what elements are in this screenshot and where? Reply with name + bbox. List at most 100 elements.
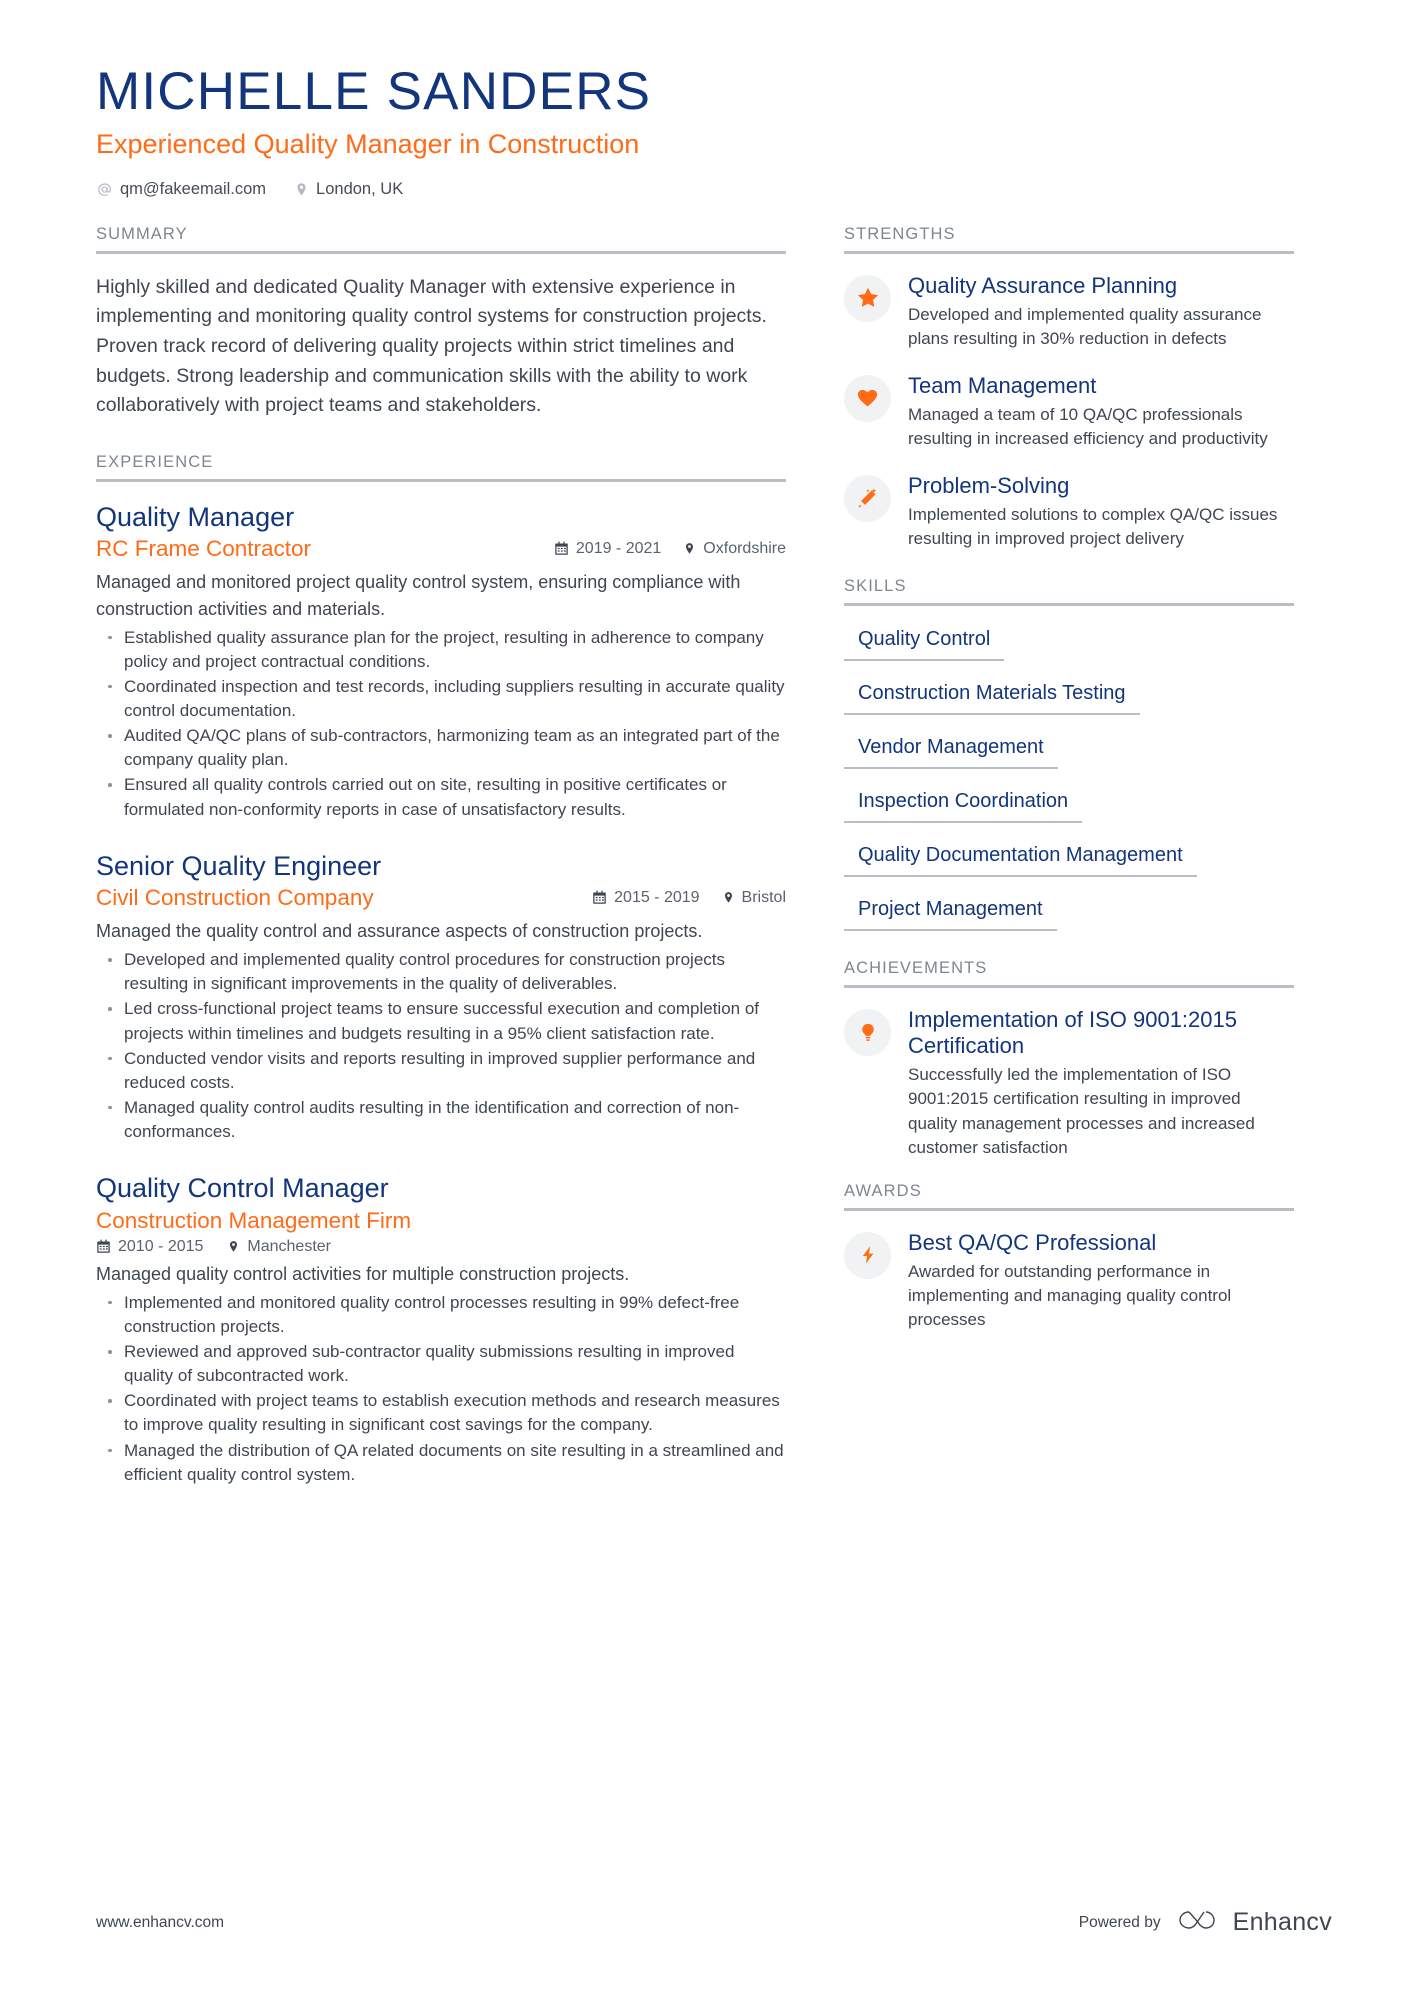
calendar-icon: [96, 1239, 111, 1254]
strength-text: Implemented solutions to complex QA/QC i…: [908, 505, 1278, 549]
job-location-text: Oxfordshire: [703, 539, 786, 557]
section-title-experience: EXPERIENCE: [96, 452, 214, 471]
strength-item: Problem-Solving Implemented solutions to…: [844, 473, 1294, 551]
skill-row: Vendor Management: [844, 735, 1294, 770]
job-dates: 2015 - 2019: [592, 888, 700, 907]
main-column: SUMMARY Highly skilled and dedicated Qua…: [96, 225, 786, 1515]
job-company: RC Frame Contractor: [96, 536, 312, 562]
job-bullet: Managed the distribution of QA related d…: [96, 1439, 786, 1487]
job-bullet: Coordinated inspection and test records,…: [96, 675, 786, 723]
page-footer: www.enhancv.com Powered by Enhancv: [96, 1906, 1332, 1939]
experience-entry: Senior Quality Engineer Civil Constructi…: [96, 850, 786, 1145]
award-text: Awarded for outstanding performance in i…: [908, 1261, 1232, 1330]
job-subrow: RC Frame Contractor 2019 - 2021 Oxfordsh…: [96, 535, 786, 563]
skill-row: Construction Materials Testing: [844, 681, 1294, 716]
job-company: Construction Management Firm: [96, 1207, 412, 1233]
section-title-awards: AWARDS: [844, 1181, 922, 1200]
contact-row: qm@fakeemail.com London, UK: [96, 180, 1332, 199]
job-location-text: Bristol: [741, 888, 786, 906]
strength-text: Developed and implemented quality assura…: [908, 304, 1262, 348]
skill-tag: Vendor Management: [844, 735, 1058, 770]
job-meta: 2019 - 2021 Oxfordshire: [554, 540, 786, 558]
skill-row: Project Management: [844, 897, 1294, 932]
strength-title: Team Management: [908, 373, 1097, 398]
job-meta: 2010 - 2015 Manchester: [96, 1238, 786, 1256]
job-bullet: Established quality assurance plan for t…: [96, 626, 786, 674]
job-dates: 2010 - 2015: [96, 1238, 203, 1256]
job-bullet: Managed quality control audits resulting…: [96, 1096, 786, 1144]
section-title-achievements: ACHIEVEMENTS: [844, 959, 988, 978]
job-title: Senior Quality Engineer: [96, 850, 382, 881]
calendar-icon: [554, 541, 569, 556]
contact-location: London, UK: [294, 180, 403, 199]
award-item: Best QA/QC Professional Awarded for outs…: [844, 1230, 1294, 1332]
job-company: Civil Construction Company: [96, 885, 374, 911]
candidate-headline: Experienced Quality Manager in Construct…: [96, 129, 640, 160]
job-bullet: Developed and implemented quality contro…: [96, 948, 786, 996]
award-title: Best QA/QC Professional: [908, 1229, 1157, 1255]
enhancv-wordmark: Enhancv: [1232, 1908, 1332, 1936]
magic-wand-icon: [844, 475, 891, 523]
job-dates-text: 2015 - 2019: [614, 888, 700, 906]
award-body: Best QA/QC Professional Awarded for outs…: [908, 1230, 1294, 1332]
skill-tag: Construction Materials Testing: [844, 681, 1140, 716]
section-summary: SUMMARY Highly skilled and dedicated Qua…: [96, 225, 786, 421]
resume-header: MICHELLE SANDERS Experienced Quality Man…: [96, 62, 1332, 199]
strength-body: Quality Assurance Planning Developed and…: [908, 273, 1294, 351]
section-divider: [844, 603, 1294, 607]
at-icon: [96, 181, 113, 198]
section-divider: [96, 250, 786, 254]
candidate-name: MICHELLE SANDERS: [96, 62, 652, 121]
skill-tag: Inspection Coordination: [844, 789, 1083, 824]
achievement-item: Implementation of ISO 9001:2015 Certific…: [844, 1007, 1294, 1159]
job-meta: 2015 - 2019 Bristol: [592, 889, 786, 907]
skill-row: Quality Documentation Management: [844, 843, 1294, 878]
job-description: Managed quality control activities for m…: [96, 1263, 630, 1284]
star-icon: [844, 274, 891, 322]
job-dates-text: 2010 - 2015: [118, 1237, 204, 1255]
skill-row: Inspection Coordination: [844, 789, 1294, 824]
skill-tag: Project Management: [844, 897, 1057, 932]
job-bullet: Conducted vendor visits and reports resu…: [96, 1047, 786, 1095]
heart-icon: [844, 375, 891, 422]
achievement-title: Implementation of ISO 9001:2015 Certific…: [908, 1007, 1237, 1059]
footer-branding: Powered by Enhancv: [1079, 1906, 1332, 1939]
section-divider: [96, 478, 786, 482]
summary-text: Highly skilled and dedicated Quality Man…: [96, 275, 767, 417]
resume-page: MICHELLE SANDERS Experienced Quality Man…: [0, 0, 1410, 1995]
location-pin-icon: [683, 541, 696, 556]
section-divider: [844, 250, 1294, 254]
strength-item: Team Management Managed a team of 10 QA/…: [844, 373, 1294, 451]
powered-by-label: Powered by: [1078, 1913, 1161, 1931]
job-bullets: Implemented and monitored quality contro…: [96, 1291, 786, 1487]
content-columns: SUMMARY Highly skilled and dedicated Qua…: [96, 225, 1332, 1515]
strength-item: Quality Assurance Planning Developed and…: [844, 273, 1294, 351]
job-location: Bristol: [722, 889, 786, 907]
job-location-text: Manchester: [247, 1237, 331, 1255]
job-dates: 2019 - 2021: [554, 540, 661, 558]
lightbulb-icon: [844, 1009, 891, 1057]
job-bullet: Implemented and monitored quality contro…: [96, 1291, 786, 1339]
strength-body: Team Management Managed a team of 10 QA/…: [908, 373, 1294, 451]
job-description: Managed the quality control and assuranc…: [96, 921, 703, 942]
location-pin-icon: [722, 890, 735, 905]
footer-website[interactable]: www.enhancv.com: [96, 1914, 224, 1932]
contact-email-text: qm@fakeemail.com: [120, 179, 267, 198]
job-title: Quality Manager: [96, 501, 295, 532]
job-bullet: Ensured all quality controls carried out…: [96, 773, 786, 821]
enhancv-logo-icon: [1175, 1906, 1219, 1939]
achievement-text: Successfully led the implementation of I…: [908, 1065, 1255, 1157]
contact-email[interactable]: qm@fakeemail.com: [96, 180, 266, 199]
skill-tag: Quality Documentation Management: [844, 843, 1197, 878]
job-subrow: Civil Construction Company 2015 - 2019 B…: [96, 884, 786, 912]
location-pin-icon: [294, 181, 309, 198]
job-dates-text: 2019 - 2021: [575, 539, 662, 557]
section-experience: EXPERIENCE Quality Manager RC Frame Cont…: [96, 453, 786, 1487]
strength-title: Quality Assurance Planning: [908, 272, 1178, 298]
strength-body: Problem-Solving Implemented solutions to…: [908, 473, 1294, 551]
contact-location-text: London, UK: [316, 179, 404, 198]
job-bullet: Coordinated with project teams to establ…: [96, 1389, 786, 1437]
job-bullet: Led cross-functional project teams to en…: [96, 997, 786, 1045]
job-title: Quality Control Manager: [96, 1173, 389, 1204]
section-strengths: STRENGTHS Quality Assurance Planning Dev…: [844, 225, 1294, 552]
